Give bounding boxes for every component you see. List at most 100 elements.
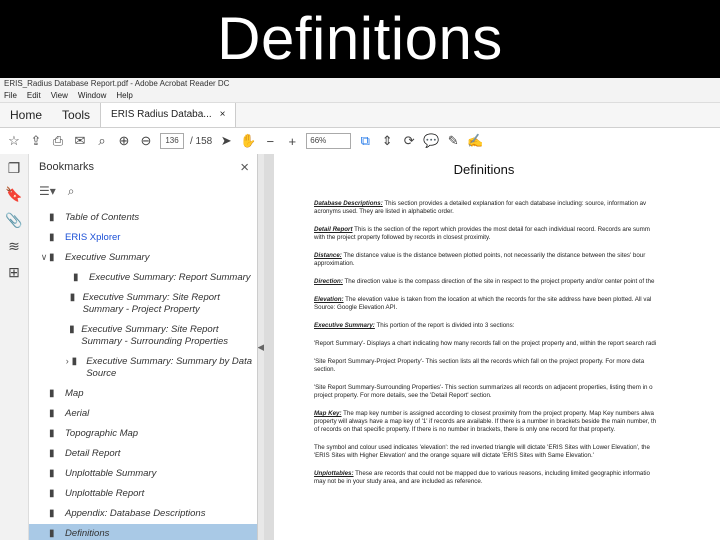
bookmark-label: Unplottable Report xyxy=(65,488,145,499)
zoom-in-icon[interactable]: + xyxy=(284,133,300,149)
chevron-right-icon[interactable]: › xyxy=(63,356,72,366)
menu-edit[interactable]: Edit xyxy=(27,90,41,102)
options-icon[interactable]: ☰▾ xyxy=(39,184,56,198)
comment-icon[interactable]: 💬 xyxy=(423,133,439,149)
bookmark-label: ERIS Xplorer xyxy=(65,232,121,243)
bookmark-item[interactable]: ▮ Unplottable Report xyxy=(29,484,257,504)
chevron-down-icon[interactable]: ∨ xyxy=(39,252,49,263)
page-down-icon[interactable]: ⊖ xyxy=(138,133,154,149)
definition-term: Distance: xyxy=(314,252,342,259)
upload-icon[interactable]: ⇪ xyxy=(28,133,44,149)
bookmark-item[interactable]: ▮ Appendix: Database Descriptions xyxy=(29,504,257,524)
panel-tools: ☰▾ ⌕ xyxy=(29,180,257,202)
definition-text: acronyms used. They are listed in alphab… xyxy=(314,208,454,215)
tab-document[interactable]: ERIS Radius Databa... × xyxy=(100,103,237,127)
menu-file[interactable]: File xyxy=(4,90,17,102)
close-panel-icon[interactable]: × xyxy=(240,159,249,176)
definition-paragraph: Unplottables: These are records that cou… xyxy=(314,470,720,486)
main-area: ❐ 🔖 📎 ≋ ⊞ Bookmarks × ☰▾ ⌕ ▮ Table of Con… xyxy=(0,154,720,540)
panel-title: Bookmarks xyxy=(39,161,95,173)
bookmark-label: Topographic Map xyxy=(65,428,139,439)
bookmark-label: Table of Contents xyxy=(65,212,140,223)
bookmark-flag-icon: ▮ xyxy=(49,388,55,399)
bookmark-flag-icon: ▮ xyxy=(49,232,55,243)
text-line: may not be in your study area, and are i… xyxy=(314,478,720,486)
bookmark-label: Map xyxy=(65,388,84,399)
bookmark-item[interactable]: ▮ Executive Summary: Site Report Summary … xyxy=(29,320,257,352)
sign-icon[interactable]: ✍ xyxy=(467,133,483,149)
zoom-out-icon[interactable]: − xyxy=(262,133,278,149)
bookmark-item[interactable]: ▮ Map xyxy=(29,384,257,404)
text-line: Elevation: The elevation value is taken … xyxy=(314,296,720,304)
definition-text: The map key number is assigned according… xyxy=(341,410,654,417)
bookmark-item[interactable]: ▮ Unplottable Summary xyxy=(29,464,257,484)
select-arrow-icon[interactable]: ➤ xyxy=(218,133,234,149)
bookmark-item[interactable]: ▮ Definitions xyxy=(29,524,257,540)
text-line: Direction: The direction value is the co… xyxy=(314,278,720,286)
attachment-icon[interactable]: 📎 xyxy=(5,212,22,228)
slide-title: Definitions xyxy=(217,5,503,72)
text-line: section. xyxy=(314,366,720,374)
menu-help[interactable]: Help xyxy=(116,90,132,102)
bookmark-list: ▮ Table of Contents ▮ ERIS Xplorer ∨ ▮ Executi… xyxy=(29,208,257,540)
find-bookmark-icon[interactable]: ⌕ xyxy=(68,184,75,199)
bookmark-item[interactable]: › ▮ Executive Summary: Summary by Data Sou… xyxy=(29,352,257,384)
search-icon[interactable]: ⌕ xyxy=(94,133,110,149)
tab-home[interactable]: Home xyxy=(0,103,52,127)
menu-window[interactable]: Window xyxy=(78,90,106,102)
zoom-select[interactable]: 66% xyxy=(306,133,352,149)
layers-icon[interactable]: ≋ xyxy=(6,238,22,254)
definition-term: Executive Summary: xyxy=(314,322,375,329)
text-line: 'Site Report Summary-Surrounding Propert… xyxy=(314,384,720,392)
document-view[interactable]: Definitions Database Descriptions: This … xyxy=(264,154,720,540)
bookmark-item[interactable]: ▮ Detail Report xyxy=(29,444,257,464)
fit-page-icon[interactable]: ⧉ xyxy=(357,133,373,149)
bookmark-item[interactable]: ∨ ▮ Executive Summary xyxy=(29,248,257,268)
bookmark-item[interactable]: ▮ ERIS Xplorer xyxy=(29,228,257,248)
tree-icon[interactable]: ⊞ xyxy=(6,264,22,280)
definition-text: of records on that specific property. If… xyxy=(314,426,616,433)
bookmark-item[interactable]: ▮ Aerial xyxy=(29,404,257,424)
definition-paragraph: Detail Report This is the section of the… xyxy=(314,226,720,242)
bookmark-icon[interactable]: 🔖 xyxy=(5,186,22,202)
text-line: Unplottables: These are records that cou… xyxy=(314,470,720,478)
tab-tools[interactable]: Tools xyxy=(52,103,100,127)
email-icon[interactable]: ✉ xyxy=(72,133,88,149)
hand-tool-icon[interactable]: ✋ xyxy=(240,133,256,149)
bookmark-flag-icon: ▮ xyxy=(49,212,55,223)
definition-paragraph: Executive Summary: This portion of the r… xyxy=(314,322,720,330)
text-line: Distance: The distance value is the dist… xyxy=(314,252,720,260)
bookmark-flag-icon: ▮ xyxy=(73,272,79,283)
definition-text: 'Site Report Summary-Surrounding Propert… xyxy=(314,384,653,391)
definition-paragraph: 'Report Summary'- Displays a chart indic… xyxy=(314,340,720,348)
toolbar: ☆ ⇪ ⎙ ✉ ⌕ ⊕ ⊖ 136 / 158 ➤ ✋ − + 66% ⧉ ⇕ … xyxy=(0,128,720,155)
definition-paragraph: Distance: The distance value is the dist… xyxy=(314,252,720,268)
tab-bar: Home Tools ERIS Radius Databa... × xyxy=(0,103,720,128)
menu-view[interactable]: View xyxy=(51,90,68,102)
bookmark-label: Executive Summary xyxy=(65,252,150,263)
print-icon[interactable]: ⎙ xyxy=(50,133,66,149)
page-up-icon[interactable]: ⊕ xyxy=(116,133,132,149)
pen-icon[interactable]: ✎ xyxy=(445,133,461,149)
bookmark-label: Definitions xyxy=(65,528,110,539)
definition-paragraph: 'Site Report Summary-Project Property'- … xyxy=(314,358,720,374)
definition-text: with the project property followed by re… xyxy=(314,234,491,241)
bookmark-item[interactable]: ▮ Topographic Map xyxy=(29,424,257,444)
page-number-input[interactable]: 136 xyxy=(160,133,184,149)
definition-paragraph: Map Key: The map key number is assigned … xyxy=(314,410,720,434)
pages-icon[interactable]: ❐ xyxy=(6,160,22,176)
definition-text: property will always have a map key of '… xyxy=(314,418,657,425)
bookmark-item[interactable]: ▮ Executive Summary: Site Report Summary … xyxy=(29,288,257,320)
definition-text: The symbol and colour used indicates 'el… xyxy=(314,444,650,451)
menu-bar: File Edit View Window Help xyxy=(0,90,720,103)
close-tab-icon[interactable]: × xyxy=(220,103,226,127)
text-line: 'ERIS Sites with Higher Elevation' and t… xyxy=(314,452,720,460)
bookmark-item[interactable]: ▮ Table of Contents xyxy=(29,208,257,228)
definition-text: may not be in your study area, and are i… xyxy=(314,478,483,485)
bookmark-item[interactable]: ▮ Executive Summary: Report Summary xyxy=(29,268,257,288)
bookmark-flag-icon: ▮ xyxy=(71,356,78,367)
bookmark-star-icon[interactable]: ☆ xyxy=(6,133,22,149)
rotate-icon[interactable]: ⟳ xyxy=(401,133,417,149)
definition-text: project property. For more details, see … xyxy=(314,392,492,399)
scroll-mode-icon[interactable]: ⇕ xyxy=(379,133,395,149)
